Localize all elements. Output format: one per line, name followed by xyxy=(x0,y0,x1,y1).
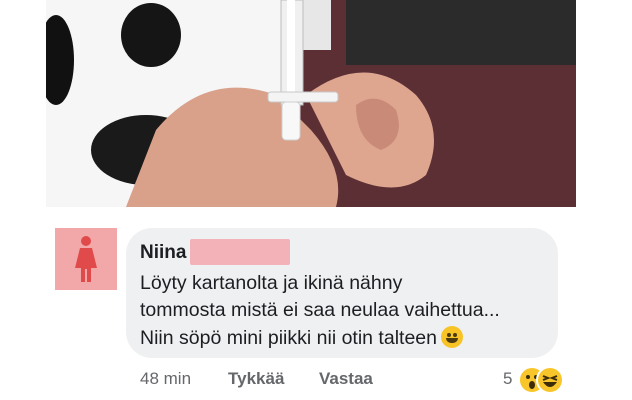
redaction-block xyxy=(190,239,290,265)
comment-line-3-text: Niin söpö mini piikki nii otin talteen xyxy=(140,327,437,349)
avatar[interactable] xyxy=(55,228,117,290)
like-button[interactable]: Tykkää xyxy=(228,369,284,389)
grinning-sweat-emoji xyxy=(440,326,463,348)
reaction-count[interactable]: 5 xyxy=(503,369,512,389)
female-person-icon xyxy=(75,236,97,282)
comment-time[interactable]: 48 min xyxy=(140,369,191,389)
post-photo[interactable] xyxy=(46,0,576,207)
haha-reaction-icon xyxy=(536,366,564,394)
comment-line-2: tommosta mistä ei saa neulaa vaihettua..… xyxy=(140,299,500,321)
syringe-photo xyxy=(46,0,576,207)
comment-line-1: Löyty kartanolta ja ikinä nähny xyxy=(140,272,403,294)
comment-line-3: Niin söpö mini piikki nii otin talteen xyxy=(140,326,463,350)
reply-button[interactable]: Vastaa xyxy=(319,369,373,389)
comment-author[interactable]: Niina xyxy=(140,242,186,264)
